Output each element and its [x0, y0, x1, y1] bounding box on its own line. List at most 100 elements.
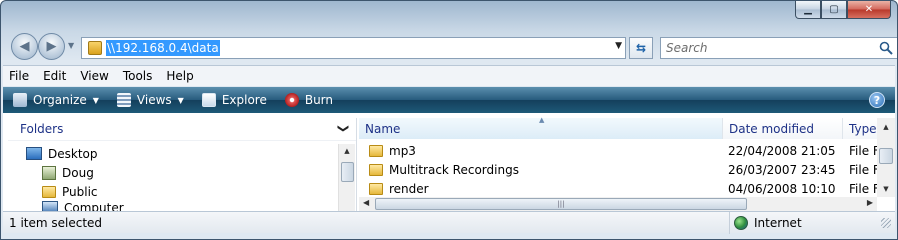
back-button[interactable]: ◀ — [11, 33, 38, 60]
burn-button[interactable]: Burn — [284, 93, 334, 107]
search-icon[interactable] — [879, 41, 893, 55]
column-type-label: Type — [849, 121, 877, 136]
navigation-bar: ◀ ▶ ▼ \\192.168.0.4\data ▼ ⇆ Search — [9, 31, 897, 61]
recent-pages-dropdown[interactable]: ▼ — [68, 41, 74, 50]
tree-item-doug[interactable]: Doug — [42, 163, 94, 182]
scroll-thumb[interactable] — [879, 148, 893, 164]
burn-label: Burn — [304, 93, 334, 107]
file-date: 22/04/2008 21:05 — [728, 143, 836, 158]
status-text: 1 item selected — [9, 215, 103, 230]
scroll-up-icon[interactable]: ▲ — [877, 118, 895, 135]
tree-item-label: Desktop — [48, 146, 98, 161]
explore-label: Explore — [221, 93, 267, 107]
views-label: Views — [136, 93, 172, 107]
file-name-cell: render — [369, 182, 429, 196]
sort-ascending-icon: ▲ — [539, 116, 545, 124]
back-arrow-icon: ◀ — [19, 39, 30, 54]
menu-file[interactable]: File — [9, 69, 29, 83]
file-type: File F — [849, 143, 879, 158]
column-date-label: Date modified — [729, 121, 815, 136]
file-type: File F — [849, 181, 879, 196]
menu-tools[interactable]: Tools — [123, 69, 153, 83]
scroll-thumb[interactable]: ||| — [375, 198, 747, 210]
organize-icon — [13, 93, 27, 107]
views-icon — [116, 93, 131, 107]
forward-button[interactable]: ▶ — [38, 33, 65, 60]
close-icon: ✕ — [864, 4, 874, 15]
menu-view[interactable]: View — [80, 69, 108, 83]
address-text[interactable]: \\192.168.0.4\data — [106, 40, 220, 56]
file-name-cell: mp3 — [369, 144, 416, 158]
chevron-down-icon: ▼ — [177, 95, 184, 105]
chevron-down-icon: ▼ — [92, 95, 99, 105]
user-folder-icon — [42, 165, 56, 180]
column-header-name[interactable]: Name ▲ — [359, 116, 723, 139]
computer-icon — [42, 201, 58, 211]
maximize-button[interactable]: ▢ — [821, 1, 847, 19]
help-icon[interactable]: ? — [869, 92, 885, 108]
file-row[interactable]: Multitrack Recordings 26/03/2007 23:45 F… — [359, 160, 879, 179]
folder-icon — [369, 163, 383, 176]
caption-buttons: ▁ ▢ ✕ — [795, 1, 891, 19]
desktop-icon — [26, 147, 42, 160]
scroll-up-icon[interactable]: ▲ — [339, 144, 355, 158]
file-date: 04/06/2008 10:10 — [728, 181, 836, 196]
tree-item-public[interactable]: Public — [42, 182, 98, 201]
menu-help[interactable]: Help — [166, 69, 193, 83]
column-header-type[interactable]: Type — [843, 118, 879, 139]
burn-icon — [284, 93, 299, 107]
file-name: Multitrack Recordings — [389, 162, 519, 177]
file-name-cell: Multitrack Recordings — [369, 163, 519, 177]
close-button[interactable]: ✕ — [847, 1, 891, 19]
tree-item-computer[interactable]: Computer — [42, 201, 124, 211]
column-name-label: Name — [365, 121, 401, 136]
organize-button[interactable]: Organize ▼ — [13, 93, 99, 107]
file-type: File F — [849, 162, 879, 177]
security-zone: Internet — [729, 212, 869, 234]
status-bar: 1 item selected Internet — [3, 211, 895, 234]
folder-icon — [42, 185, 56, 198]
grip-icon: ||| — [557, 200, 565, 208]
column-header-date[interactable]: Date modified — [723, 118, 843, 139]
scroll-down-icon[interactable]: ▼ — [877, 180, 895, 197]
menu-edit[interactable]: Edit — [43, 69, 66, 83]
folders-header[interactable]: Folders — [8, 118, 356, 141]
file-list-pane: Name ▲ Date modified Type mp3 22/04/2008… — [359, 116, 895, 211]
views-button[interactable]: Views ▼ — [116, 93, 184, 107]
explore-button[interactable]: Explore — [201, 93, 267, 107]
help-glyph: ? — [873, 93, 881, 107]
maximize-icon: ▢ — [829, 4, 839, 15]
search-box[interactable]: Search — [660, 37, 897, 59]
folder-icon — [369, 144, 383, 157]
tree-item-label: Doug — [62, 165, 94, 180]
file-list-horizontal-scrollbar[interactable]: ◀ ||| ▶ — [359, 197, 877, 211]
content-area: Folders ❯ Desktop Doug Public Computer ▲ — [3, 113, 895, 211]
menu-bar: File Edit View Tools Help — [3, 65, 895, 86]
file-name: mp3 — [389, 143, 416, 158]
network-folder-icon — [88, 41, 102, 55]
scroll-thumb[interactable] — [341, 162, 354, 182]
folders-scrollbar[interactable]: ▲ — [338, 144, 355, 211]
address-bar[interactable]: \\192.168.0.4\data ▼ — [81, 37, 626, 59]
chevron-down-icon[interactable]: ❯ — [337, 124, 350, 133]
tree-item-desktop[interactable]: Desktop — [26, 144, 98, 163]
file-list-vertical-scrollbar[interactable]: ▲ ▼ — [877, 118, 895, 197]
minimize-icon: ▁ — [804, 4, 812, 15]
file-date: 26/03/2007 23:45 — [728, 162, 836, 177]
minimize-button[interactable]: ▁ — [795, 1, 821, 19]
address-dropdown-icon[interactable]: ▼ — [615, 41, 622, 51]
globe-icon — [734, 216, 748, 230]
refresh-icon: ⇆ — [635, 41, 647, 55]
forward-arrow-icon: ▶ — [46, 39, 57, 54]
folder-icon — [369, 182, 383, 195]
file-row[interactable]: render 04/06/2008 10:10 File F — [359, 179, 879, 198]
scroll-left-icon[interactable]: ◀ — [363, 198, 369, 207]
zone-label: Internet — [754, 216, 802, 230]
refresh-button[interactable]: ⇆ — [629, 37, 653, 59]
resize-grip-icon[interactable] — [881, 218, 891, 228]
tree-item-label: Public — [62, 184, 98, 199]
scroll-right-icon[interactable]: ▶ — [867, 198, 873, 207]
tree-item-label: Computer — [64, 201, 124, 211]
explore-icon — [201, 93, 216, 107]
file-row[interactable]: mp3 22/04/2008 21:05 File F — [359, 141, 879, 160]
